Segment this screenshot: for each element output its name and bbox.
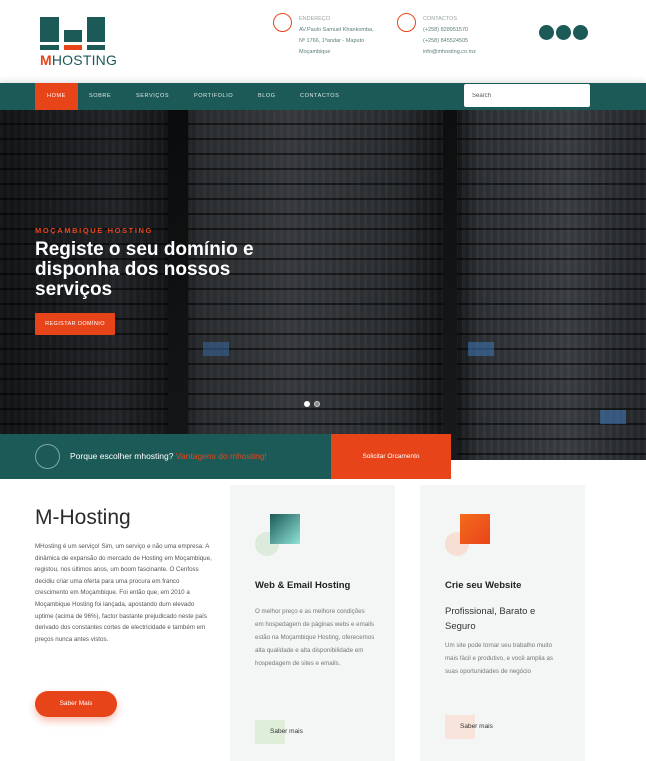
logo-bar-left (40, 45, 59, 50)
social-icon-3[interactable] (573, 25, 588, 40)
address-title: ENDEREÇO (299, 16, 331, 22)
logo-wordmark: MHOSTING (40, 52, 117, 68)
request-quote-button[interactable]: Solicitar Orcamento (331, 434, 451, 479)
main-nav: HOME SOBRE SERVIÇOS PORTIFOLIO BLOG CONT… (0, 83, 646, 110)
contact-phone[interactable]: (+258) 828951570 (423, 25, 476, 36)
address-text: ENDEREÇO AV.Paulo Samuel Khankomba, Nº 1… (299, 14, 374, 58)
slider-dot-1[interactable] (304, 401, 310, 407)
service-description: O melhor preço e as melhore condições em… (255, 608, 375, 667)
social-icon-1[interactable] (539, 25, 554, 40)
hero-kicker: MOÇAMBIQUE HOSTING (35, 226, 153, 235)
address-line: Moçambique (299, 49, 331, 55)
service-card-website: Crie seu Website Profissional, Barato e … (420, 485, 585, 761)
search-input[interactable] (464, 84, 590, 107)
contact-phone[interactable]: (+258) 845524505 (423, 36, 476, 47)
register-domain-button[interactable]: REGISTAR DOMÍNIO (35, 313, 115, 335)
top-header: MHOSTING ENDEREÇO AV.Paulo Samuel Khanko… (0, 0, 646, 83)
why-question-text: Porque escolher mhosting? (70, 451, 174, 461)
about-more-button[interactable]: Saber Mais (35, 691, 117, 717)
mhosting-logo[interactable]: MHOSTING (40, 17, 117, 69)
service-title: Web & Email Hosting (255, 580, 351, 591)
slider-dot-2[interactable] (314, 401, 320, 407)
about-title: M-Hosting (35, 506, 131, 529)
nav-item-contactos[interactable]: CONTACTOS (300, 83, 339, 110)
contact-text: CONTACTOS (+258) 828951570 (+258) 845524… (423, 14, 476, 58)
hosting-icon (270, 514, 300, 544)
website-icon (460, 514, 490, 544)
logo-word: HOSTING (51, 52, 118, 68)
contact-email[interactable]: info@mhosting.co.mz (423, 47, 476, 58)
social-icon-2[interactable] (556, 25, 571, 40)
nav-item-sobre[interactable]: SOBRE (89, 83, 111, 110)
nav-item-blog[interactable]: BLOG (258, 83, 276, 110)
logo-bar-middle (64, 45, 82, 50)
hero-slider: MOÇAMBIQUE HOSTING Registe o seu domínio… (0, 110, 646, 460)
address-line: Nº 1766, 1ºandar - Maputo (299, 38, 365, 44)
nav-item-servicos[interactable]: SERVIÇOS (136, 83, 169, 110)
address-line: AV.Paulo Samuel Khankomba, (299, 27, 374, 33)
about-text: MHosting é um serviço! Sim, um serviço e… (35, 543, 212, 643)
service-title: Crie seu Website (445, 580, 522, 591)
logo-letter: M (40, 52, 52, 68)
phone-icon (397, 13, 416, 32)
logo-block-middle (64, 30, 82, 42)
hosting-more-button[interactable]: Saber mais (270, 728, 303, 735)
website-more-button[interactable]: Saber mais (460, 723, 493, 730)
service-card-hosting: Web & Email Hosting O melhor preço e as … (230, 485, 395, 761)
logo-block-left (40, 17, 59, 42)
hero-headline: Registe o seu domínio e disponha dos nos… (35, 239, 254, 300)
why-advantages-link[interactable]: Vantagens do mhosting! (176, 451, 267, 461)
service-description: Um site pode tornar seu trabalho muito m… (445, 642, 553, 675)
why-question: Porque escolher mhosting? Vantagens do m… (70, 451, 267, 461)
logo-bar-right (87, 45, 105, 50)
logo-block-right (87, 17, 105, 42)
nav-item-home[interactable]: HOME (35, 83, 78, 110)
why-banner: Porque escolher mhosting? Vantagens do m… (0, 434, 331, 479)
nav-item-portifolio[interactable]: PORTIFOLIO (194, 83, 233, 110)
why-icon (35, 444, 60, 469)
contact-title: CONTACTOS (423, 16, 458, 22)
location-icon (273, 13, 292, 32)
service-subtitle: Profissional, Barato e Seguro (445, 606, 536, 632)
